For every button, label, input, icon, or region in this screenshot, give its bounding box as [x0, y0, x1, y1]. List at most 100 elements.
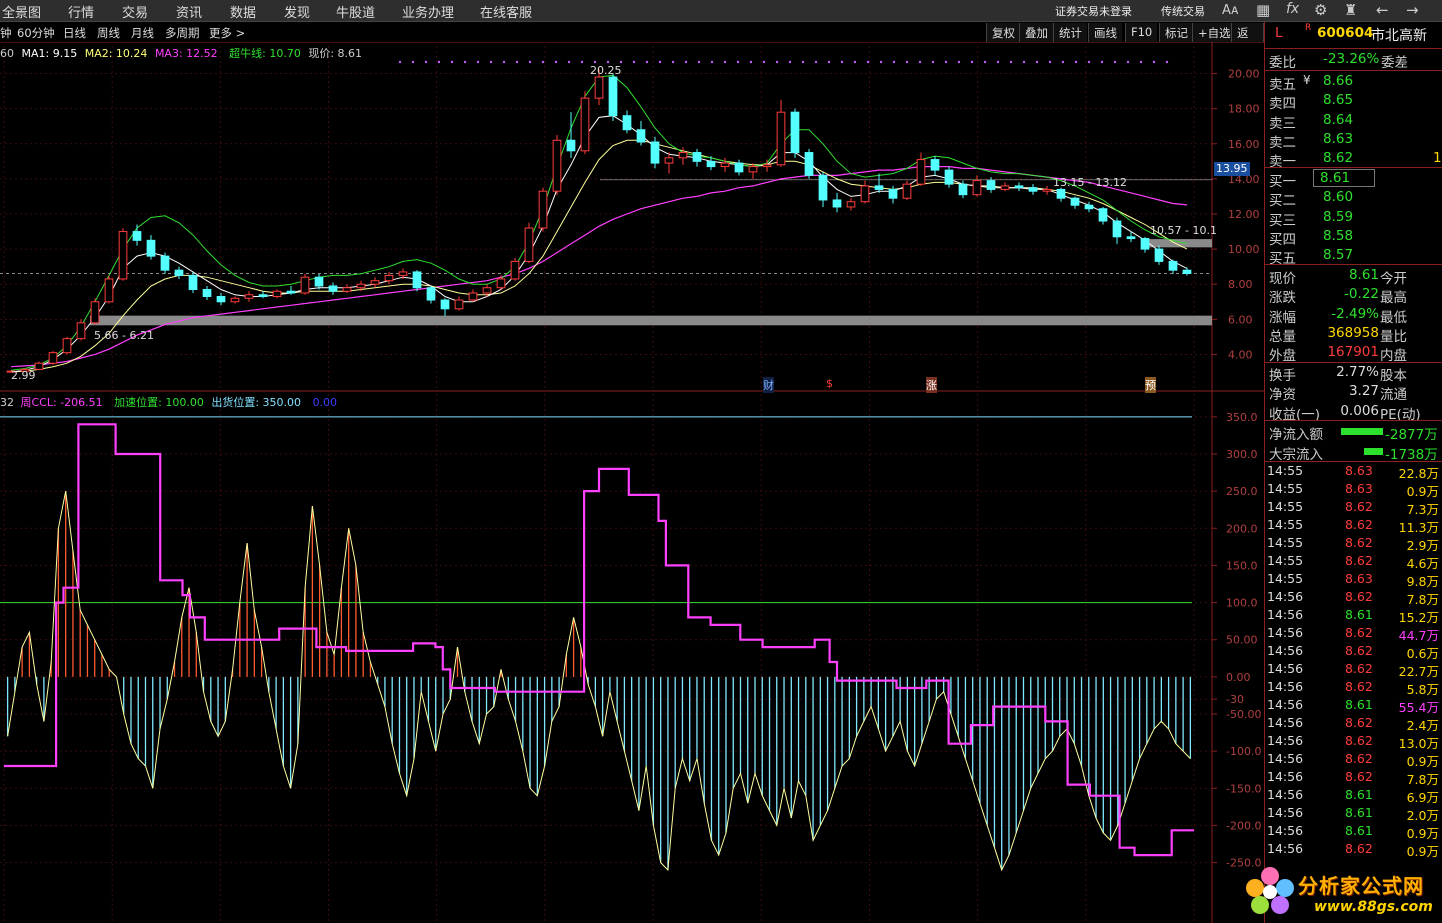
ask-price: 8.66 — [1323, 73, 1354, 89]
draw-button[interactable]: 画线 — [1088, 23, 1122, 42]
stat-value: 167901 — [1327, 344, 1379, 361]
menu-item-service[interactable]: 在线客服 — [480, 2, 532, 21]
ind-tick-label: 100.0 — [1226, 597, 1258, 610]
return-button[interactable]: 返回 — [1231, 23, 1264, 56]
ind-tick-label: -30 — [1226, 693, 1244, 706]
candle-body — [440, 299, 450, 310]
bid-label: 买一 — [1269, 174, 1296, 190]
candle-body — [888, 188, 898, 199]
forward-arrow-icon[interactable]: → — [1406, 1, 1419, 19]
tick-volume: 6.9万 — [1406, 790, 1439, 805]
main-legend: 60 MA1: 9.15 MA2: 10.24 MA3: 12.52 超牛线: … — [0, 45, 362, 61]
signal-dot — [476, 60, 480, 64]
candle-body — [104, 278, 114, 303]
period-60min[interactable]: 60分钟 — [17, 25, 55, 41]
stat-row: 涨幅 -2.49% 最低 — [1265, 305, 1442, 326]
candle-body — [454, 299, 464, 310]
candle-body — [692, 152, 702, 162]
stats-button[interactable]: 统计 — [1053, 23, 1087, 42]
ind-tick-label: 300.0 — [1226, 448, 1258, 461]
menu-item-niugudao[interactable]: 牛股道 — [336, 2, 375, 21]
event-marker-finance[interactable]: 财 — [763, 377, 774, 393]
signal-dot — [723, 60, 727, 64]
candle-body — [174, 269, 184, 276]
classic-trade-button[interactable]: 传统交易 — [1161, 3, 1205, 19]
overlay-button[interactable]: 叠加 — [1019, 23, 1053, 42]
grid-icon[interactable]: ▦ — [1256, 1, 1270, 19]
stat2-label: 净资 — [1269, 387, 1296, 404]
tick-volume: 44.7万 — [1398, 628, 1439, 643]
price-tick-label: 6.00 — [1228, 313, 1253, 326]
tick-price: 8.62 — [1345, 535, 1373, 550]
period-minute[interactable]: 钟 — [0, 25, 12, 41]
period-month[interactable]: 月线 — [131, 25, 154, 41]
shirt-icon[interactable]: ♜ — [1344, 1, 1357, 19]
event-marker-forecast[interactable]: 预 — [1145, 377, 1156, 393]
candle-body — [118, 231, 128, 280]
price-tick-label: 18.00 — [1228, 103, 1260, 116]
signal-dot — [450, 60, 454, 64]
signal-dot — [710, 60, 714, 64]
stat2-label-2: 流通 — [1380, 387, 1407, 404]
period-week[interactable]: 周线 — [97, 25, 120, 41]
tick-time: 14:56 — [1267, 643, 1304, 658]
signal-dot — [489, 60, 493, 64]
signal-dot — [528, 60, 532, 64]
stat-row: 总量 368958 量比 — [1265, 324, 1442, 345]
quote-panel: L R 600604 市北高新 委比 -23.26% 委差 卖五 ¥8.66 卖四 8… — [1264, 22, 1442, 923]
period-multi[interactable]: 多周期 — [165, 25, 200, 41]
menu-item-data[interactable]: 数据 — [230, 2, 256, 21]
tick-volume: 5.8万 — [1406, 682, 1439, 697]
candle-body — [916, 159, 926, 185]
fx-icon[interactable]: fx — [1286, 1, 1299, 17]
signal-dot — [697, 60, 701, 64]
price-tick-label: 20.00 — [1228, 68, 1260, 81]
signal-dot — [1009, 60, 1013, 64]
trade-login-status[interactable]: 证券交易未登录 — [1055, 3, 1132, 19]
legend-prefix: 60 — [0, 47, 14, 60]
weibi-value: -23.26% — [1323, 51, 1380, 67]
candle-body — [972, 180, 982, 196]
mark-button[interactable]: 标记 — [1159, 23, 1193, 42]
add-watchlist-button[interactable]: +自选 — [1192, 23, 1236, 42]
candle-body — [664, 157, 674, 164]
period-more[interactable]: 更多 > — [209, 25, 245, 41]
tick-volume: 0.9万 — [1406, 754, 1439, 769]
tick-price: 8.62 — [1345, 715, 1373, 730]
menu-item-business[interactable]: 业务办理 — [402, 2, 454, 21]
menu-item-quotes[interactable]: 行情 — [68, 2, 94, 21]
signal-dot — [1126, 60, 1130, 64]
legend-ma1: MA1: 9.15 — [21, 47, 78, 60]
tick-time: 14:55 — [1267, 535, 1304, 550]
menu-item-news[interactable]: 资讯 — [176, 2, 202, 21]
back-arrow-icon[interactable]: ← — [1376, 1, 1389, 19]
stat-row: 外盘 167901 内盘 — [1265, 343, 1442, 364]
menu-item-discover[interactable]: 发现 — [284, 2, 310, 21]
menu-item-trade[interactable]: 交易 — [122, 2, 148, 21]
tick-volume: 22.8万 — [1398, 466, 1439, 481]
tick-volume: 0.9万 — [1406, 484, 1439, 499]
bid-row: 买五 8.57 — [1265, 246, 1442, 267]
annotation-zone3: 10.57 - 10.1 — [1150, 224, 1217, 237]
kline-chart[interactable]: 20.0018.0016.0014.0012.0010.008.006.004.… — [0, 42, 1264, 923]
flow-label: 净流入额 — [1269, 427, 1323, 443]
fuquan-button[interactable]: 复权 — [986, 23, 1020, 42]
stat-label-2: 最低 — [1380, 309, 1407, 326]
top-menu-bar: 全景图 行情 交易 资讯 数据 发现 牛股道 业务办理 在线客服 证券交易未登录… — [0, 0, 1442, 22]
event-marker-dollar[interactable]: $ — [826, 377, 833, 390]
signal-dot — [1139, 60, 1143, 64]
font-size-icon[interactable]: Aᴀ — [1222, 3, 1239, 18]
gear-icon[interactable]: ⚙ — [1314, 1, 1327, 19]
candle-body — [720, 162, 730, 168]
menu-item-overview[interactable]: 全景图 — [2, 2, 41, 21]
tick-price: 8.62 — [1345, 841, 1373, 856]
period-day[interactable]: 日线 — [63, 25, 86, 41]
annotation-high: 20.25 — [590, 64, 622, 77]
ind-tick-label: 150.0 — [1226, 559, 1258, 572]
ind-tick-label: -50.00 — [1226, 708, 1261, 721]
event-marker-rise[interactable]: 涨 — [926, 377, 937, 393]
bid-label: 买四 — [1269, 231, 1296, 248]
watermark-logo: 分析家公式网 www.88gs.com — [1240, 862, 1442, 923]
annotation-zone1: 5.66 - 6.21 — [94, 329, 154, 342]
f10-button[interactable]: F10 — [1125, 23, 1158, 42]
